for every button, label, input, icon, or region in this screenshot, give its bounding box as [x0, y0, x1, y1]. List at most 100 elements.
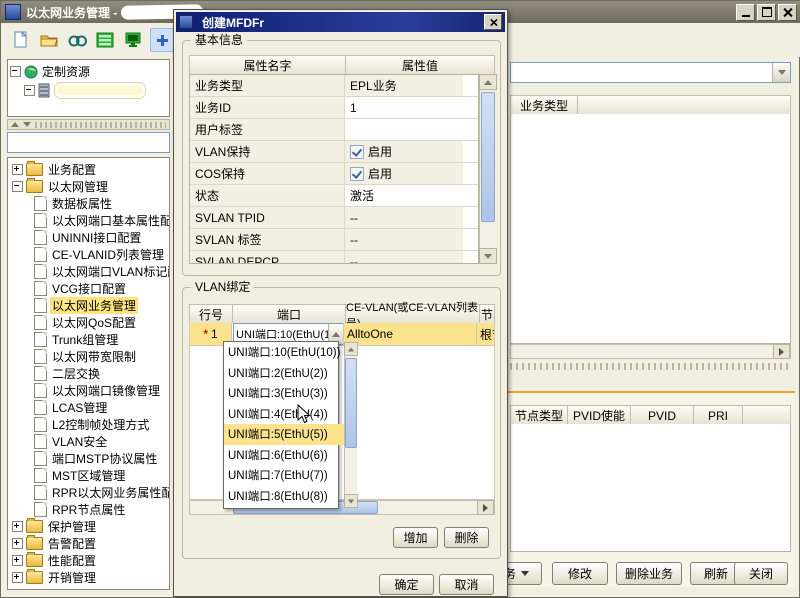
prop-row-cos-keep[interactable]: COS保持启用 — [190, 163, 478, 185]
checkbox-checked-icon[interactable] — [350, 167, 364, 181]
remove-row-button[interactable]: 删除 — [444, 527, 489, 548]
prop-row-user-label[interactable]: 用户标签 — [190, 119, 478, 141]
scroll-up-button[interactable] — [479, 74, 497, 90]
splitter-handle[interactable] — [35, 122, 166, 128]
dropdown-option[interactable]: UNI端口:10(EthU(10)) — [224, 342, 344, 363]
tree-filter-input[interactable] — [7, 132, 170, 153]
tree-item-ethernet-service-mgmt[interactable]: 以太网业务管理 — [8, 297, 169, 314]
add-button[interactable] — [150, 28, 174, 52]
prop-row-svlan-tpid[interactable]: SVLAN TPID-- — [190, 207, 478, 229]
column-header-attr-name[interactable]: 属性名字 — [189, 55, 346, 76]
prop-table-vscrollbar[interactable] — [479, 74, 496, 264]
node-table-body[interactable] — [510, 424, 791, 552]
dialog-close-button[interactable] — [484, 14, 502, 30]
tree-item[interactable]: VCG接口配置 — [8, 280, 169, 297]
prop-value-input[interactable]: 激活 — [345, 185, 463, 206]
search-button[interactable] — [66, 29, 88, 51]
tree-item-overhead-mgmt[interactable]: 开销管理 — [8, 569, 169, 586]
node-type-cell[interactable]: 根节 — [477, 323, 494, 345]
column-header-service-type[interactable]: 业务类型 — [510, 95, 578, 116]
ce-vlan-cell[interactable]: AlltoOne — [344, 323, 477, 345]
tree-item[interactable]: 以太网QoS配置 — [8, 314, 169, 331]
column-header-pvid-enable[interactable]: PVID使能 — [568, 405, 631, 426]
device-view-button[interactable] — [122, 29, 144, 51]
splitter-down-icon[interactable] — [23, 122, 31, 127]
tree-item[interactable]: CE-VLANID列表管理 — [8, 246, 169, 263]
tree-item[interactable]: 二层交换 — [8, 365, 169, 382]
dropdown-option[interactable]: UNI端口:6(EthU(6)) — [224, 445, 344, 466]
scroll-right-button[interactable] — [773, 344, 790, 359]
open-folder-button[interactable] — [38, 29, 60, 51]
close-button[interactable] — [778, 4, 797, 21]
service-filter-combobox[interactable] — [510, 62, 791, 83]
prop-row-service-type[interactable]: 业务类型EPL业务 — [190, 75, 478, 97]
close-panel-button[interactable]: 关闭 — [734, 562, 788, 585]
tree-item-ethernet-mgmt[interactable]: 以太网管理 — [8, 178, 169, 195]
panel-splitter[interactable] — [7, 119, 170, 130]
column-header-node-type[interactable]: 节点类型 — [510, 405, 568, 426]
service-table-body[interactable] — [510, 114, 791, 344]
combo-dropdown-button[interactable] — [772, 63, 790, 82]
tree-item-performance-config[interactable]: 性能配置 — [8, 552, 169, 569]
maximize-button[interactable] — [757, 4, 776, 21]
add-row-button[interactable]: 增加 — [393, 527, 438, 548]
prop-row-status[interactable]: 状态激活 — [190, 185, 478, 207]
tree-item[interactable]: LCAS管理 — [8, 399, 169, 416]
scroll-down-button[interactable] — [344, 494, 358, 508]
tree-item[interactable]: L2控制帧处理方式 — [8, 416, 169, 433]
prop-row-service-id[interactable]: 业务ID1 — [190, 97, 478, 119]
prop-value-input[interactable]: 1 — [345, 97, 463, 118]
tree-item[interactable]: RPR以太网业务属性配置 — [8, 484, 169, 501]
column-header-pvid[interactable]: PVID — [631, 405, 694, 426]
tree-item[interactable]: VLAN安全 — [8, 433, 169, 450]
tree-item[interactable]: 以太网端口基本属性配置 — [8, 212, 169, 229]
expand-icon[interactable] — [12, 164, 23, 175]
resource-tree-node[interactable] — [10, 81, 167, 100]
tree-item[interactable]: Trunk组管理 — [8, 331, 169, 348]
tree-item-alarm-config[interactable]: 告警配置 — [8, 535, 169, 552]
delete-service-button[interactable]: 删除业务 — [616, 562, 682, 585]
dropdown-option[interactable]: UNI端口:8(EthU(8)) — [224, 486, 344, 507]
scroll-down-button[interactable] — [479, 248, 497, 264]
dropdown-option[interactable]: UNI端口:4(EthU(4)) — [224, 404, 344, 425]
prop-row-svlan-tag[interactable]: SVLAN 标签-- — [190, 229, 478, 251]
expand-icon[interactable] — [12, 572, 23, 583]
scroll-up-button[interactable] — [344, 342, 358, 356]
splitter-up-icon[interactable] — [11, 122, 19, 127]
dropdown-vscrollbar[interactable] — [344, 342, 357, 508]
minimize-button[interactable] — [736, 4, 755, 21]
column-header-attr-value[interactable]: 属性值 — [346, 55, 495, 76]
collapse-icon[interactable] — [12, 181, 23, 192]
resource-tree-root[interactable]: 定制资源 — [10, 62, 167, 81]
checkbox-checked-icon[interactable] — [350, 145, 364, 159]
tree-item[interactable]: 以太网带宽限制 — [8, 348, 169, 365]
dropdown-option[interactable]: UNI端口:7(EthU(7)) — [224, 465, 344, 486]
tree-item[interactable]: MST区域管理 — [8, 467, 169, 484]
tree-item-service-config[interactable]: 业务配置 — [8, 161, 169, 178]
column-header-ce-vlan[interactable]: CE-VLAN(或CE-VLAN列表号) — [346, 304, 480, 325]
dropdown-option[interactable]: UNI端口:3(EthU(3)) — [224, 383, 344, 404]
prop-value-input[interactable] — [345, 119, 463, 140]
prop-value[interactable]: EPL业务 — [345, 75, 463, 96]
tree-item-protection-mgmt[interactable]: 保护管理 — [8, 518, 169, 535]
column-header-pri[interactable]: PRI — [694, 405, 743, 426]
collapse-icon[interactable] — [10, 66, 21, 77]
tree-item[interactable]: 以太网端口镜像管理 — [8, 382, 169, 399]
tree-item[interactable]: UNINNI接口配置 — [8, 229, 169, 246]
tree-item[interactable]: RPR节点属性 — [8, 501, 169, 518]
scroll-right-button[interactable] — [477, 500, 494, 515]
expand-icon[interactable] — [12, 521, 23, 532]
column-header-port[interactable]: 端口 — [233, 304, 346, 325]
modify-button[interactable]: 修改 — [552, 562, 608, 585]
collapse-icon[interactable] — [24, 85, 35, 96]
column-header-node-type[interactable]: 节 — [480, 304, 495, 325]
list-view-button[interactable] — [94, 29, 116, 51]
ok-button[interactable]: 确定 — [379, 574, 434, 595]
scrollbar-thumb[interactable] — [481, 92, 495, 222]
new-document-button[interactable] — [10, 29, 32, 51]
tree-item[interactable]: 数据板属性 — [8, 195, 169, 212]
column-header-row-no[interactable]: 行号 — [189, 304, 233, 325]
cancel-button[interactable]: 取消 — [439, 574, 494, 595]
scrollbar-thumb[interactable] — [345, 358, 357, 448]
prop-row-vlan-keep[interactable]: VLAN保持启用 — [190, 141, 478, 163]
